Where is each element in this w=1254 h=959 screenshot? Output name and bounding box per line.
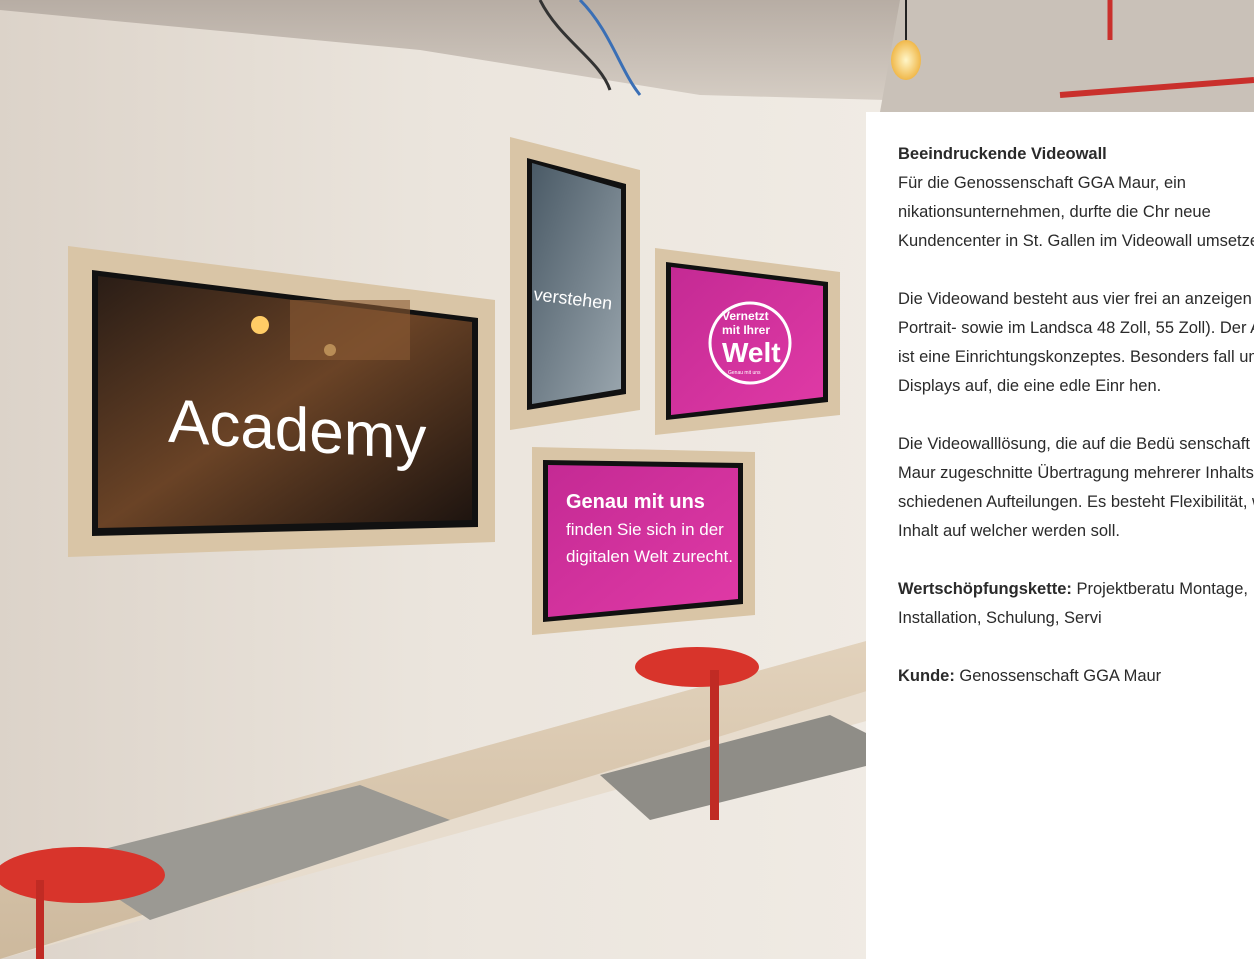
article-heading: Beeindruckende Videowall (898, 145, 1107, 163)
screen-small-line4: Genau mit uns (728, 370, 761, 376)
article-panel: Beeindruckende Videowall Für die Genosse… (866, 112, 1254, 959)
page: Academy verstehen Vernetzt mit Ihrer Wel… (0, 0, 1254, 959)
client-text: Genossenschaft GGA Maur (954, 667, 1162, 685)
screen-small-line3: Welt (722, 337, 781, 368)
value-chain: Wertschöpfungskette: Projektberatu Monta… (898, 575, 1254, 633)
client-label: Kunde: (898, 667, 955, 685)
value-chain-label: Wertschöpfungskette: (898, 580, 1072, 598)
article-text: Beeindruckende Videowall Für die Genosse… (898, 140, 1254, 720)
screen-small-line1: Vernetzt (722, 309, 769, 323)
screen-bottom-line1: Genau mit uns (566, 491, 705, 513)
article-paragraph-1: Für die Genossenschaft GGA Maur, ein nik… (898, 174, 1254, 250)
client: Kunde: Genossenschaft GGA Maur (898, 662, 1254, 691)
screen-bottom-line2: finden Sie sich in der (566, 520, 724, 539)
screen-bottom-line3: digitalen Welt zurecht. (566, 547, 733, 566)
article-paragraph-2: Die Videowand besteht aus vier frei an a… (898, 290, 1254, 395)
article-paragraph-3: Die Videowalllösung, die auf die Bedü se… (898, 435, 1254, 540)
screen-small-line2: mit Ihrer (722, 323, 770, 337)
